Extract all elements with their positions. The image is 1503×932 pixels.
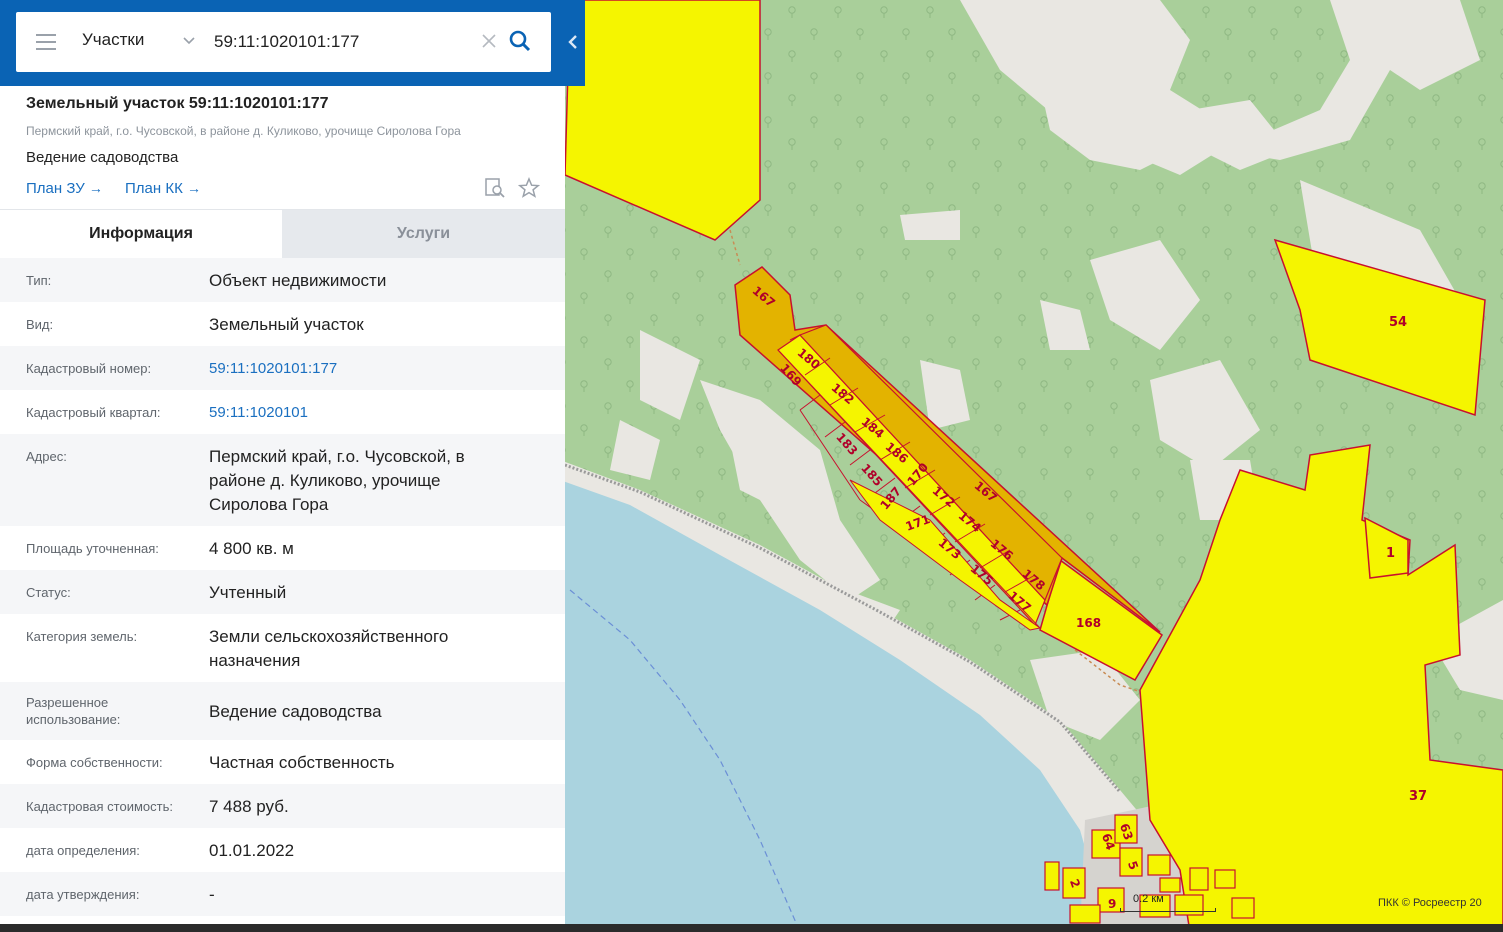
info-table: Тип: Объект недвижимости Вид: Земельный … (0, 258, 565, 916)
info-value: 4 800 кв. м (209, 539, 294, 558)
info-label: дата определения: (26, 843, 140, 858)
info-value: Земельный участок (209, 315, 364, 334)
info-row-kind: Вид: Земельный участок (0, 302, 565, 346)
favorite-star-icon[interactable] (518, 177, 540, 199)
info-row-type: Тип: Объект недвижимости (0, 258, 565, 302)
search-input[interactable] (214, 28, 469, 56)
info-value: Объект недвижимости (209, 271, 387, 290)
info-label: Категория земель: (26, 629, 138, 644)
search-header: Участки (0, 0, 585, 86)
info-label: Кадастровый квартал: (26, 405, 161, 420)
info-label: Вид: (26, 317, 54, 332)
info-row-land-category: Категория земель: Земли сельскохозяйстве… (0, 614, 565, 682)
collapse-panel-icon[interactable] (566, 32, 580, 52)
info-row-date-determined: дата определения: 01.01.2022 (0, 828, 565, 872)
info-label: Статус: (26, 585, 71, 600)
info-label: Тип: (26, 273, 52, 288)
search-box: Участки (16, 12, 551, 72)
cadastral-quarter-link[interactable]: 59:11:1020101 (209, 401, 509, 425)
search-icon[interactable] (508, 29, 532, 53)
panel-tabs: Информация Услуги (0, 210, 565, 258)
object-title: Земельный участок 59:11:1020101:177 (26, 95, 329, 112)
info-value: Ведение садоводства (209, 702, 382, 721)
tab-information[interactable]: Информация (0, 210, 282, 258)
object-address: Пермский край, г.о. Чусовской, в районе … (26, 124, 461, 138)
map-credit: ПКК © Росреестр 20 (1378, 897, 1482, 909)
info-value: Учтенный (209, 583, 287, 602)
info-value: - (209, 885, 215, 904)
info-label: Кадастровая стоимость: (26, 799, 173, 814)
info-row-cadastral-value: Кадастровая стоимость: 7 488 руб. (0, 784, 565, 828)
info-value: Частная собственность (209, 753, 395, 772)
info-label: Площадь уточненная: (26, 541, 159, 556)
map-scale-label: 0.2 км (1133, 893, 1164, 905)
layer-select[interactable]: Участки (82, 30, 144, 50)
object-card-header: Земельный участок 59:11:1020101:177 Перм… (0, 86, 565, 210)
plot-label: 9 (1108, 897, 1116, 911)
info-row-status: Статус: Учтенный (0, 570, 565, 614)
info-row-address: Адрес: Пермский край, г.о. Чусовской, в … (0, 434, 565, 526)
plot-label: 1 (1386, 546, 1395, 561)
document-search-icon[interactable] (484, 177, 506, 199)
info-label: Форма собственности: (26, 755, 163, 770)
info-row-cadastral-number: Кадастровый номер: 59:11:1020101:177 (0, 346, 565, 390)
clear-icon[interactable] (480, 32, 498, 50)
cadastral-number-link[interactable]: 59:11:1020101:177 (209, 357, 509, 381)
tab-services[interactable]: Услуги (282, 210, 565, 258)
info-value: Пермский край, г.о. Чусовской, в районе … (209, 447, 465, 514)
plan-zu-label: План ЗУ (26, 180, 85, 197)
info-row-area: Площадь уточненная: 4 800 кв. м (0, 526, 565, 570)
arrow-right-icon: → (186, 180, 201, 196)
plan-zu-link[interactable]: План ЗУ → (26, 180, 103, 197)
info-label: Разрешенное использование: (26, 695, 121, 727)
info-label: Кадастровый номер: (26, 361, 152, 376)
plan-kk-label: План КК (125, 180, 183, 197)
info-label: дата утверждения: (26, 887, 140, 902)
info-label: Адрес: (26, 449, 67, 464)
info-value: Земли сельскохозяйственного назначения (209, 627, 449, 670)
info-row-permitted-use: Разрешенное использование: Ведение садов… (0, 682, 565, 740)
info-value: 01.01.2022 (209, 841, 295, 860)
hamburger-menu-icon[interactable] (36, 34, 56, 50)
info-row-ownership: Форма собственности: Частная собственнос… (0, 740, 565, 784)
info-row-cadastral-quarter: Кадастровый квартал: 59:11:1020101 (0, 390, 565, 434)
plan-kk-link[interactable]: План КК → (125, 180, 201, 197)
plot-label: 54 (1389, 315, 1407, 330)
bottom-strip (0, 924, 1503, 932)
arrow-right-icon: → (88, 180, 103, 196)
chevron-down-icon[interactable] (182, 34, 196, 48)
info-value: 7 488 руб. (209, 797, 289, 816)
plot-label: 37 (1409, 789, 1427, 804)
map-scale-bar (1120, 908, 1216, 912)
info-row-date-approved: дата утверждения: - (0, 872, 565, 916)
plot-label: 168 (1076, 616, 1101, 630)
object-purpose: Ведение садоводства (26, 149, 179, 166)
info-panel: Земельный участок 59:11:1020101:177 Перм… (0, 0, 565, 932)
